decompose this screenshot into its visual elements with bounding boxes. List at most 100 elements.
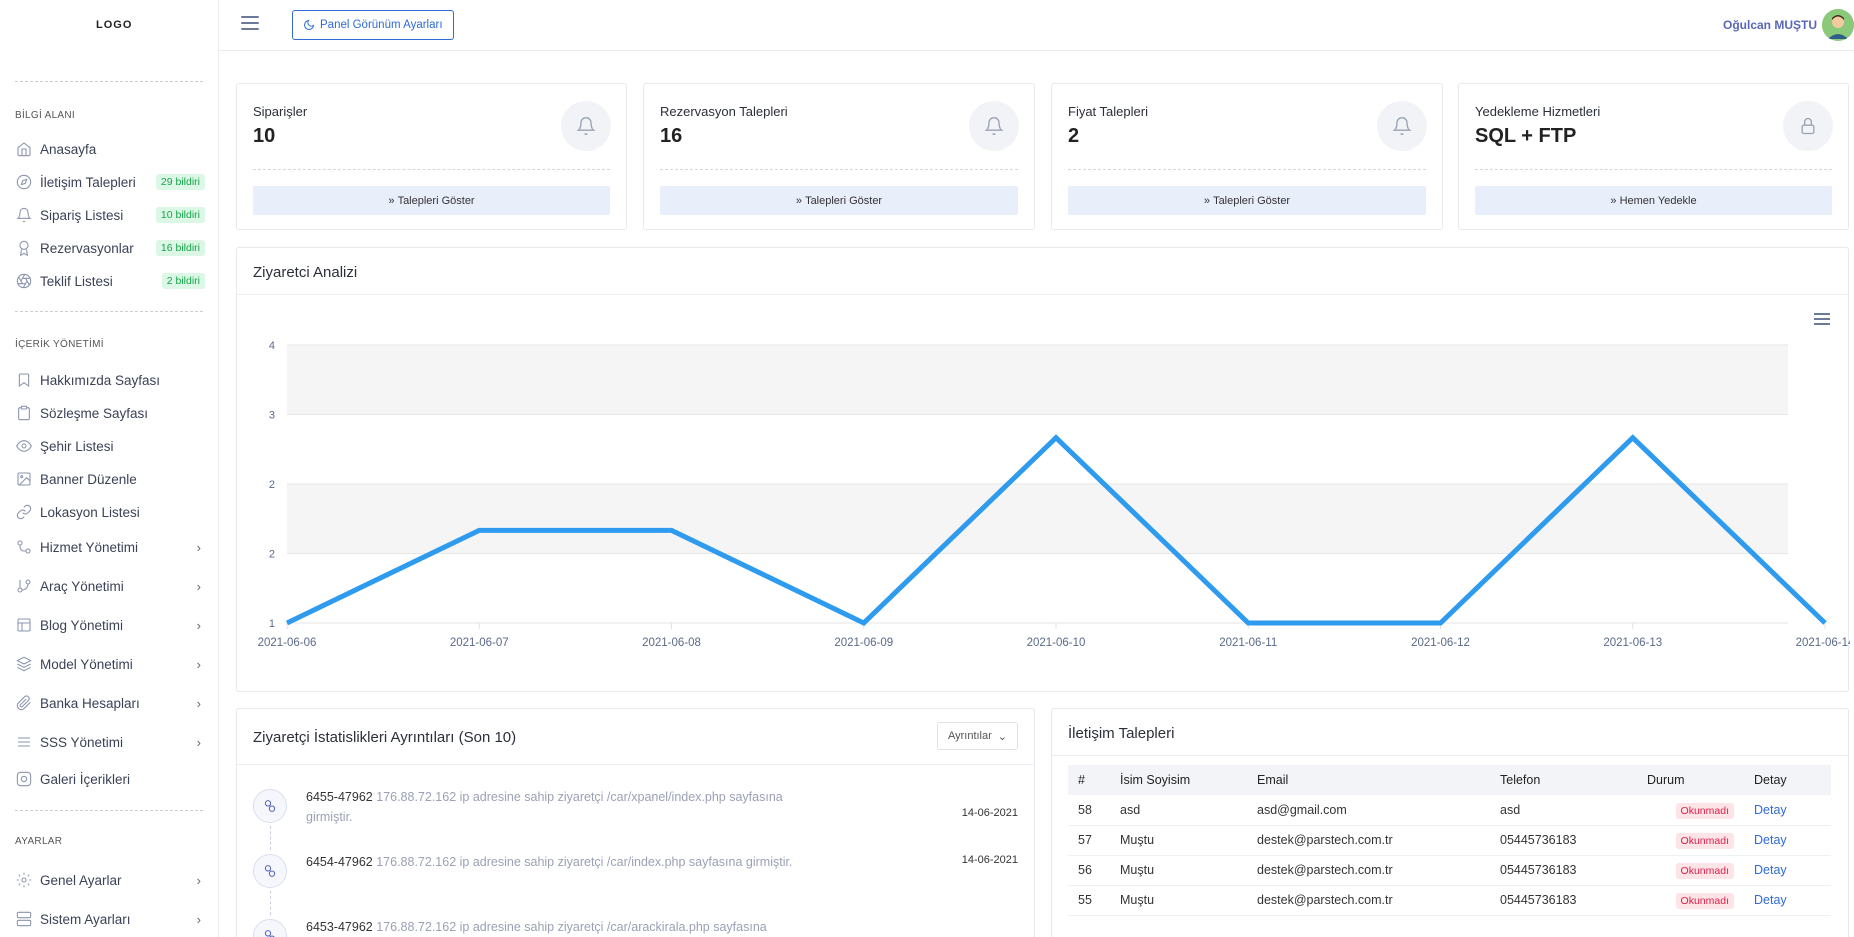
sidebar-item-blog[interactable]: Blog Yönetimi › (15, 613, 205, 637)
cell-name: asd (1110, 795, 1247, 826)
table-row: 56 Muştu destek@parstech.com.tr 05445736… (1068, 855, 1831, 886)
chevron-right-icon: › (196, 872, 201, 888)
sidebar-item-hakkimizda[interactable]: Hakkımızda Sayfası (15, 368, 205, 392)
git-branch-icon (15, 577, 33, 595)
contact-requests-table: # İsim Soyisim Email Telefon Durum Detay… (1068, 765, 1831, 916)
cell-no: 57 (1068, 825, 1110, 856)
link-icon (15, 503, 33, 521)
bookmark-icon (15, 371, 33, 389)
sidebar-item-hizmet[interactable]: Hizmet Yönetimi › (15, 535, 205, 559)
column-header: Email (1247, 765, 1490, 795)
visitor-analysis-card: Ziyaretci Analizi 1 2 2 3 4 2021-06-06 2021-06… (236, 247, 1850, 692)
section-title-settings: AYARLAR (15, 836, 63, 847)
notification-badge: 29 bildiri (155, 174, 205, 190)
sidebar-item-sistem-ayarlari[interactable]: Sistem Ayarları › (15, 907, 205, 931)
x-tick-label: 2021-06-11 (1219, 637, 1277, 649)
chevron-right-icon: › (196, 734, 201, 750)
x-tick-label: 2021-06-13 (1603, 637, 1662, 649)
stat-value: 2 (1068, 125, 1080, 147)
cell-phone: 05445736183 (1490, 885, 1637, 916)
detail-link[interactable]: Detay (1754, 803, 1787, 817)
chevron-right-icon: › (196, 617, 201, 633)
stat-title: Rezervasyon Talepleri (660, 104, 788, 119)
sidebar-item-sehir[interactable]: Şehir Listesi (15, 434, 205, 458)
sidebar-item-banka[interactable]: Banka Hesapları › (15, 691, 205, 715)
sidebar-item-sozlesme[interactable]: Sözleşme Sayfası (15, 401, 205, 425)
visit-id: 6454-47962 (306, 855, 373, 869)
sidebar-item-label: Hizmet Yönetimi (40, 539, 139, 555)
backup-now-button[interactable]: » Hemen Yedekle (1475, 186, 1832, 215)
layout-icon (15, 616, 33, 634)
sidebar-item-model[interactable]: Model Yönetimi › (15, 652, 205, 676)
menu-toggle-icon[interactable] (241, 16, 259, 32)
stat-card-yedekleme: Yedekleme Hizmetleri SQL + FTP » Hemen Y… (1458, 83, 1849, 230)
visit-description: 176.88.72.162 ip adresine sahip ziyaretç… (306, 790, 783, 824)
list-item: 6455-47962 176.88.72.162 ip adresine sah… (253, 787, 1018, 837)
sidebar-item-label: Sipariş Listesi (40, 207, 124, 223)
sidebar-item-label: Rezervasyonlar (40, 240, 134, 256)
sidebar-item-rezervasyonlar[interactable]: Rezervasyonlar 16 bildiri (15, 236, 205, 260)
sidebar-item-label: Lokasyon Listesi (40, 504, 140, 520)
chevron-right-icon: › (196, 578, 201, 594)
user-name[interactable]: Oğulcan MUŞTU (1723, 18, 1817, 32)
sidebar-item-iletisim[interactable]: İletişim Talepleri 29 bildiri (15, 170, 205, 194)
divider (660, 169, 1018, 170)
lock-icon (1783, 101, 1833, 151)
y-tick-label: 2 (269, 549, 275, 561)
sidebar-item-galeri[interactable]: Galeri İçerikleri (15, 767, 205, 791)
detail-link[interactable]: Detay (1754, 893, 1787, 907)
visitor-details-card: Ziyaretçi İstatislikleri Ayrıntıları (So… (236, 708, 1035, 937)
sidebar-item-anasayfa[interactable]: Anasayfa (15, 137, 205, 161)
show-requests-button[interactable]: » Talepleri Göster (660, 186, 1018, 215)
topbar: Panel Görünüm Ayarları Oğulcan MUŞTU (219, 0, 1854, 51)
sidebar-item-label: Anasayfa (40, 141, 97, 157)
divider (15, 311, 203, 312)
stat-value: SQL + FTP (1475, 125, 1577, 147)
sidebar-item-label: Sözleşme Sayfası (40, 405, 149, 421)
section-title-info: BİLGİ ALANI (15, 110, 75, 121)
stat-title: Fiyat Talepleri (1068, 104, 1148, 119)
details-dropdown[interactable]: Ayrıntılar ⌄ (936, 722, 1018, 750)
status-badge: Okunmadı (1675, 893, 1734, 909)
stat-card-fiyat: Fiyat Talepleri 2 » Talepleri Göster (1051, 83, 1443, 230)
sidebar-item-banner[interactable]: Banner Düzenle (15, 467, 205, 491)
status-badge: Okunmadı (1675, 802, 1734, 819)
visit-text: 6455-47962 176.88.72.162 ip adresine sah… (306, 787, 816, 827)
visit-id: 6455-47962 (306, 790, 373, 804)
bell-icon (561, 101, 611, 151)
avatar[interactable] (1822, 9, 1854, 41)
sidebar-item-teklif[interactable]: Teklif Listesi 2 bildiri (15, 269, 205, 293)
cell-detail: Detay (1744, 885, 1831, 916)
sidebar-item-arac[interactable]: Araç Yönetimi › (15, 574, 205, 598)
table-row: 57 Muştu destek@parstech.com.tr 05445736… (1068, 825, 1831, 856)
sidebar-item-siparis[interactable]: Sipariş Listesi 10 bildiri (15, 203, 205, 227)
visit-date: 14-06-2021 (961, 854, 1018, 866)
visit-text: 6453-47962 176.88.72.162 ip adresine sah… (306, 917, 816, 937)
logo[interactable]: LOGO (96, 19, 132, 31)
y-tick-label: 4 (269, 340, 275, 352)
visit-text: 6454-47962 176.88.72.162 ip adresine sah… (306, 852, 816, 872)
sidebar-item-genel-ayarlar[interactable]: Genel Ayarlar › (15, 868, 205, 892)
detail-link[interactable]: Detay (1754, 833, 1787, 847)
show-requests-button[interactable]: » Talepleri Göster (1068, 186, 1426, 215)
chevrons-right-icon: » (1610, 194, 1620, 207)
sidebar-item-sss[interactable]: SSS Yönetimi › (15, 730, 205, 754)
backup-now-label: Hemen Yedekle (1619, 194, 1697, 207)
chevrons-right-icon: » (1203, 194, 1214, 207)
details-dropdown-label: Ayrıntılar (947, 730, 992, 742)
sidebar-item-lokasyon[interactable]: Lokasyon Listesi (15, 500, 205, 524)
panel-view-settings-button[interactable]: Panel Görünüm Ayarları (292, 10, 454, 40)
paperclip-icon (15, 694, 33, 712)
compass-icon (15, 173, 33, 191)
stat-card-rezervasyon: Rezervasyon Talepleri 16 » Talepleri Gös… (643, 83, 1035, 230)
show-requests-button[interactable]: » Talepleri Göster (253, 186, 610, 215)
y-tick-label: 2 (269, 479, 275, 491)
notification-badge: 16 bildiri (155, 240, 205, 256)
card-title: Ziyaretçi İstatislikleri Ayrıntıları (So… (253, 729, 517, 746)
x-tick-label: 2021-06-07 (450, 637, 509, 649)
chevron-down-icon: ⌄ (997, 730, 1007, 743)
cell-status: Okunmadı (1637, 795, 1744, 826)
stat-title: Yedekleme Hizmetleri (1475, 104, 1601, 119)
cell-detail: Detay (1744, 795, 1831, 826)
detail-link[interactable]: Detay (1754, 863, 1787, 877)
